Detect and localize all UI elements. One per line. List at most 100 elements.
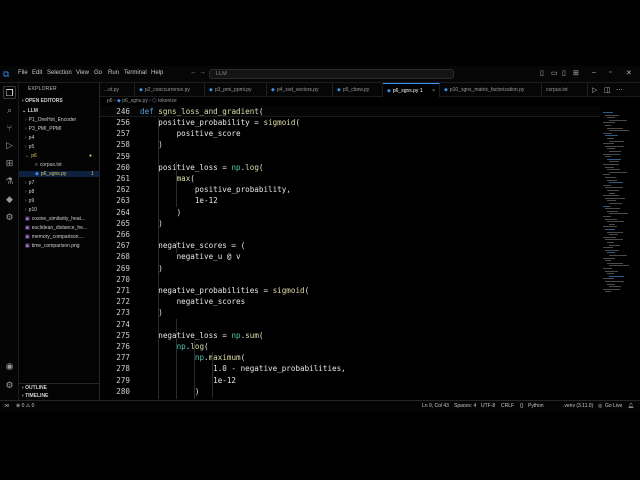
- code-line: def sgns_loss_and_gradient(: [140, 107, 264, 116]
- tree-item-p9[interactable]: › p9: [25, 198, 99, 204]
- tab-p4[interactable]: ◆ p4_svd_vectors.py: [267, 83, 333, 97]
- menu-file[interactable]: File: [18, 70, 28, 76]
- menu-view[interactable]: View: [76, 70, 89, 76]
- line-number: 273: [116, 308, 130, 318]
- explorer-icon[interactable]: ❐: [3, 86, 16, 99]
- menu-run[interactable]: Run: [108, 70, 119, 76]
- menu-selection[interactable]: Selection: [47, 70, 72, 76]
- notifications-bell-icon[interactable]: 🔔︎: [628, 403, 634, 409]
- minimap-line: [603, 122, 615, 124]
- minimap-line: [605, 156, 611, 158]
- minimap-line: [603, 236, 616, 238]
- activity-bar: ❐ ⌕ ⑂ ▷ ⊞ ⚗ ◆ ⚙ ◉ ⚙: [0, 83, 19, 400]
- python-file-icon: ◆: [139, 87, 143, 93]
- tab-p5[interactable]: ◆ p5_cbow.py: [333, 83, 383, 97]
- minimap-line: [607, 138, 614, 139]
- minimap-line: [607, 169, 620, 171]
- split-editor-icon[interactable]: ◫: [604, 86, 611, 94]
- close-icon[interactable]: ✕: [626, 69, 632, 77]
- indent-guide: [158, 118, 159, 399]
- code-editor[interactable]: 246 def sgns_loss_and_gradient( 256 posi…: [100, 106, 600, 400]
- tab-p6-sgns[interactable]: ◆ p6_sgns.py 1 ×: [383, 83, 440, 97]
- outline-section[interactable]: › OUTLINE: [22, 385, 47, 391]
- indentation[interactable]: Spaces: 4: [454, 403, 476, 409]
- code-line: np.maximum(: [194, 353, 246, 363]
- python-file-icon: ◆: [117, 98, 121, 104]
- minimize-icon[interactable]: –: [592, 69, 596, 76]
- remote-indicator-icon[interactable]: ⋊: [4, 403, 9, 409]
- breadcrumb-folder[interactable]: p6: [107, 98, 113, 104]
- menu-terminal[interactable]: Terminal: [124, 70, 147, 76]
- encoding[interactable]: UTF-8: [481, 403, 495, 409]
- minimap[interactable]: [600, 106, 640, 400]
- minimap-line: [603, 226, 617, 228]
- tab-corpus[interactable]: corpus.txt: [542, 83, 588, 97]
- layout-secondary-icon[interactable]: ▯: [562, 69, 566, 77]
- minimap-line: [609, 140, 624, 142]
- manage-gear-icon[interactable]: ⚙: [3, 379, 16, 392]
- menu-edit[interactable]: Edit: [32, 70, 42, 76]
- tree-item-p8[interactable]: › p8: [25, 189, 99, 195]
- run-debug-icon[interactable]: ▷: [3, 139, 16, 152]
- tree-item-memory[interactable]: ▣ memory_comparison....: [25, 234, 99, 240]
- tree-item-p6[interactable]: ⌄ p6: [25, 153, 99, 159]
- python-file-icon: ◆: [337, 87, 341, 93]
- tree-item-p7[interactable]: › p7: [25, 180, 99, 186]
- tree-item-p4[interactable]: › p4: [25, 135, 99, 141]
- command-center-search[interactable]: LLM: [209, 69, 454, 79]
- python-icon[interactable]: ◆: [3, 193, 16, 206]
- account-icon[interactable]: ◉: [3, 360, 16, 373]
- search-icon[interactable]: ⌕: [3, 104, 16, 117]
- line-ending[interactable]: CRLF: [501, 403, 514, 409]
- forward-arrow-icon[interactable]: →: [199, 69, 206, 76]
- extensions-icon[interactable]: ⊞: [3, 157, 16, 170]
- python-file-icon: ◆: [271, 87, 275, 93]
- run-file-icon[interactable]: ▷: [592, 86, 597, 94]
- maximize-icon[interactable]: ▫: [609, 69, 611, 76]
- testing-icon[interactable]: ⚗: [3, 175, 16, 188]
- minimap-line: [609, 265, 629, 267]
- minimap-line: [607, 117, 615, 119]
- workspace-root[interactable]: ⌄ LLM: [22, 108, 38, 114]
- python-env[interactable]: .venv (3.11.0): [563, 403, 593, 409]
- breadcrumb-file[interactable]: p6_sgns.py: [122, 98, 148, 104]
- tree-item-p1[interactable]: › P1_OneHot_Encoder: [25, 117, 99, 123]
- tree-item-cosine[interactable]: ▣ cosine_similarity_heat...: [25, 216, 99, 222]
- line-number: 259: [116, 151, 130, 161]
- tab-p2[interactable]: ◆ p2_cooccurrence.py: [135, 83, 205, 97]
- menu-go[interactable]: Go: [94, 70, 102, 76]
- code-line: ): [140, 207, 182, 217]
- tree-item-label: memory_comparison....: [31, 234, 84, 240]
- tab-p10[interactable]: ◆ p10_sgns_matrix_factorization.py: [440, 83, 542, 97]
- minimap-line: [609, 182, 623, 184]
- tree-item-time[interactable]: ▣ time_comparison.png: [25, 243, 99, 249]
- customize-layout-icon[interactable]: ⊞: [573, 69, 579, 77]
- tree-item-label: p6_sgns.py: [40, 171, 67, 177]
- tree-item-p10[interactable]: › p10: [25, 207, 99, 213]
- timeline-section[interactable]: › TIMELINE: [22, 393, 48, 399]
- back-arrow-icon[interactable]: ←: [190, 69, 197, 76]
- tree-item-p5[interactable]: › p5: [25, 144, 99, 150]
- breadcrumb-symbol[interactable]: tokenize: [158, 98, 177, 104]
- layout-panel-icon[interactable]: ▭: [551, 69, 558, 77]
- sticky-scroll-header[interactable]: 246 def sgns_loss_and_gradient(: [100, 106, 600, 117]
- minimap-line: [609, 161, 619, 163]
- cursor-position[interactable]: Ln 9, Col 43: [422, 403, 449, 409]
- tree-item-euclidean[interactable]: ▣ euclidean_distance_he...: [25, 225, 99, 231]
- menu-help[interactable]: Help: [151, 70, 163, 76]
- outline-timeline-sections: › OUTLINE › TIMELINE: [19, 383, 100, 400]
- remote-icon[interactable]: ⚙: [3, 211, 16, 224]
- tab-p1[interactable]: ...ot.py: [100, 83, 135, 97]
- layout-sidebar-icon[interactable]: ▯: [540, 69, 544, 77]
- problems-indicator[interactable]: ⊗ 0 ⚠ 0: [16, 403, 34, 409]
- tree-item-p6-sgns[interactable]: ◆ p6_sgns.py: [19, 171, 100, 177]
- go-live-button[interactable]: Go Live: [605, 403, 622, 409]
- tab-p3[interactable]: ◆ p3_pmi_ppmi.py: [205, 83, 267, 97]
- tab-close-icon[interactable]: ×: [432, 88, 435, 94]
- open-editors-section[interactable]: › OPEN EDITORS: [22, 98, 63, 104]
- tree-item-p3[interactable]: › P3_PMI_PPMI: [25, 126, 99, 132]
- language-mode[interactable]: Python: [528, 403, 544, 409]
- more-actions-icon[interactable]: ⋯: [616, 86, 623, 94]
- source-control-icon[interactable]: ⑂: [3, 122, 16, 135]
- tree-item-corpus[interactable]: ≡ corpus.txt: [35, 162, 99, 168]
